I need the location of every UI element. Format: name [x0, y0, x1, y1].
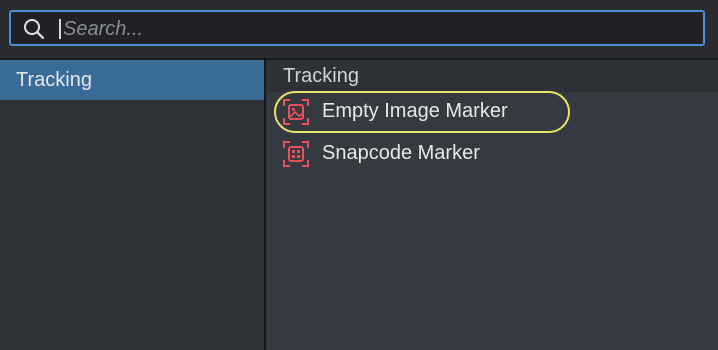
search-placeholder: Search... — [63, 18, 144, 40]
results-list: Tracking Empty Image Marker Snapcode Mar… — [266, 58, 718, 350]
list-item-snapcode-marker[interactable]: Snapcode Marker — [276, 136, 576, 172]
search-input[interactable]: Search... — [9, 10, 705, 46]
text-caret — [59, 19, 61, 39]
category-item-tracking[interactable]: Tracking — [0, 60, 264, 100]
image-marker-icon — [283, 99, 309, 125]
list-item-label: Empty Image Marker — [322, 100, 508, 122]
category-list: Tracking — [0, 58, 264, 350]
list-item-empty-image-marker[interactable]: Empty Image Marker — [276, 94, 576, 130]
snapcode-marker-icon — [283, 141, 309, 167]
search-icon — [24, 19, 45, 40]
search-bar-area: Search... — [0, 0, 718, 58]
category-item-label: Tracking — [16, 69, 92, 91]
section-header: Tracking — [266, 60, 718, 92]
section-title: Tracking — [283, 65, 359, 87]
asset-picker-panel: Search... Tracking Tracking Empty Image … — [0, 0, 718, 350]
list-item-label: Snapcode Marker — [322, 142, 480, 164]
